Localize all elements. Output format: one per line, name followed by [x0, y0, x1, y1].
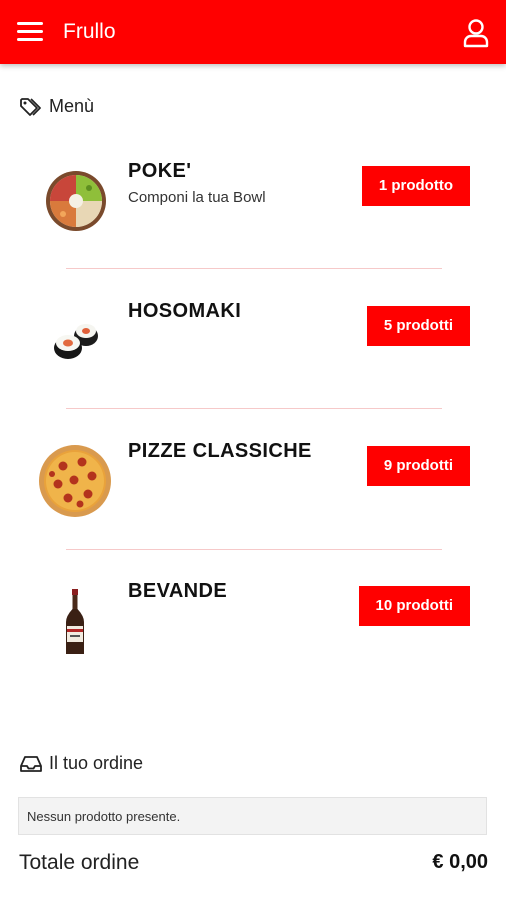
divider [66, 549, 442, 550]
order-total-label: Totale ordine [19, 851, 140, 874]
divider [66, 408, 442, 409]
pizza-image [39, 445, 111, 517]
product-count-button[interactable]: 9 prodotti [366, 446, 470, 486]
order-section-label: Il tuo ordine [19, 753, 143, 774]
tray-icon [20, 755, 42, 772]
category-row-poke[interactable]: POKE' Componi la tua Bowl 1 prodotto [0, 160, 506, 270]
category-row-hosomaki[interactable]: HOSOMAKI 5 prodotti [0, 300, 506, 410]
tag-icon [20, 97, 41, 116]
menu-section-label: Menù [19, 96, 94, 117]
category-title: HOSOMAKI [128, 300, 242, 322]
category-title: PIZZE CLASSICHE [128, 440, 312, 462]
app-title: Frullo [63, 20, 116, 43]
product-count-button[interactable]: 10 prodotti [358, 586, 470, 626]
hamburger-icon[interactable] [17, 22, 43, 42]
product-count-button[interactable]: 1 prodotto [361, 166, 470, 206]
category-row-pizze-classiche[interactable]: PIZZE CLASSICHE 9 prodotti [0, 440, 506, 550]
empty-order-message: Nessun prodotto presente. [18, 797, 487, 835]
order-total-value: € 0,00 [432, 851, 488, 873]
user-icon[interactable] [462, 18, 490, 48]
order-label-text: Il tuo ordine [49, 753, 144, 773]
divider [66, 268, 442, 269]
category-title: POKE' [128, 160, 192, 182]
bottle-image [66, 589, 84, 654]
category-row-bevande[interactable]: BEVANDE 10 prodotti [0, 580, 506, 690]
hosomaki-image [54, 324, 98, 359]
category-title: BEVANDE [128, 580, 228, 602]
top-app-bar: Frullo [0, 0, 506, 64]
menu-label-text: Menù [49, 96, 95, 116]
poke-bowl-image [46, 171, 106, 231]
product-count-button[interactable]: 5 prodotti [366, 306, 470, 346]
category-subtitle: Componi la tua Bowl [128, 189, 266, 206]
